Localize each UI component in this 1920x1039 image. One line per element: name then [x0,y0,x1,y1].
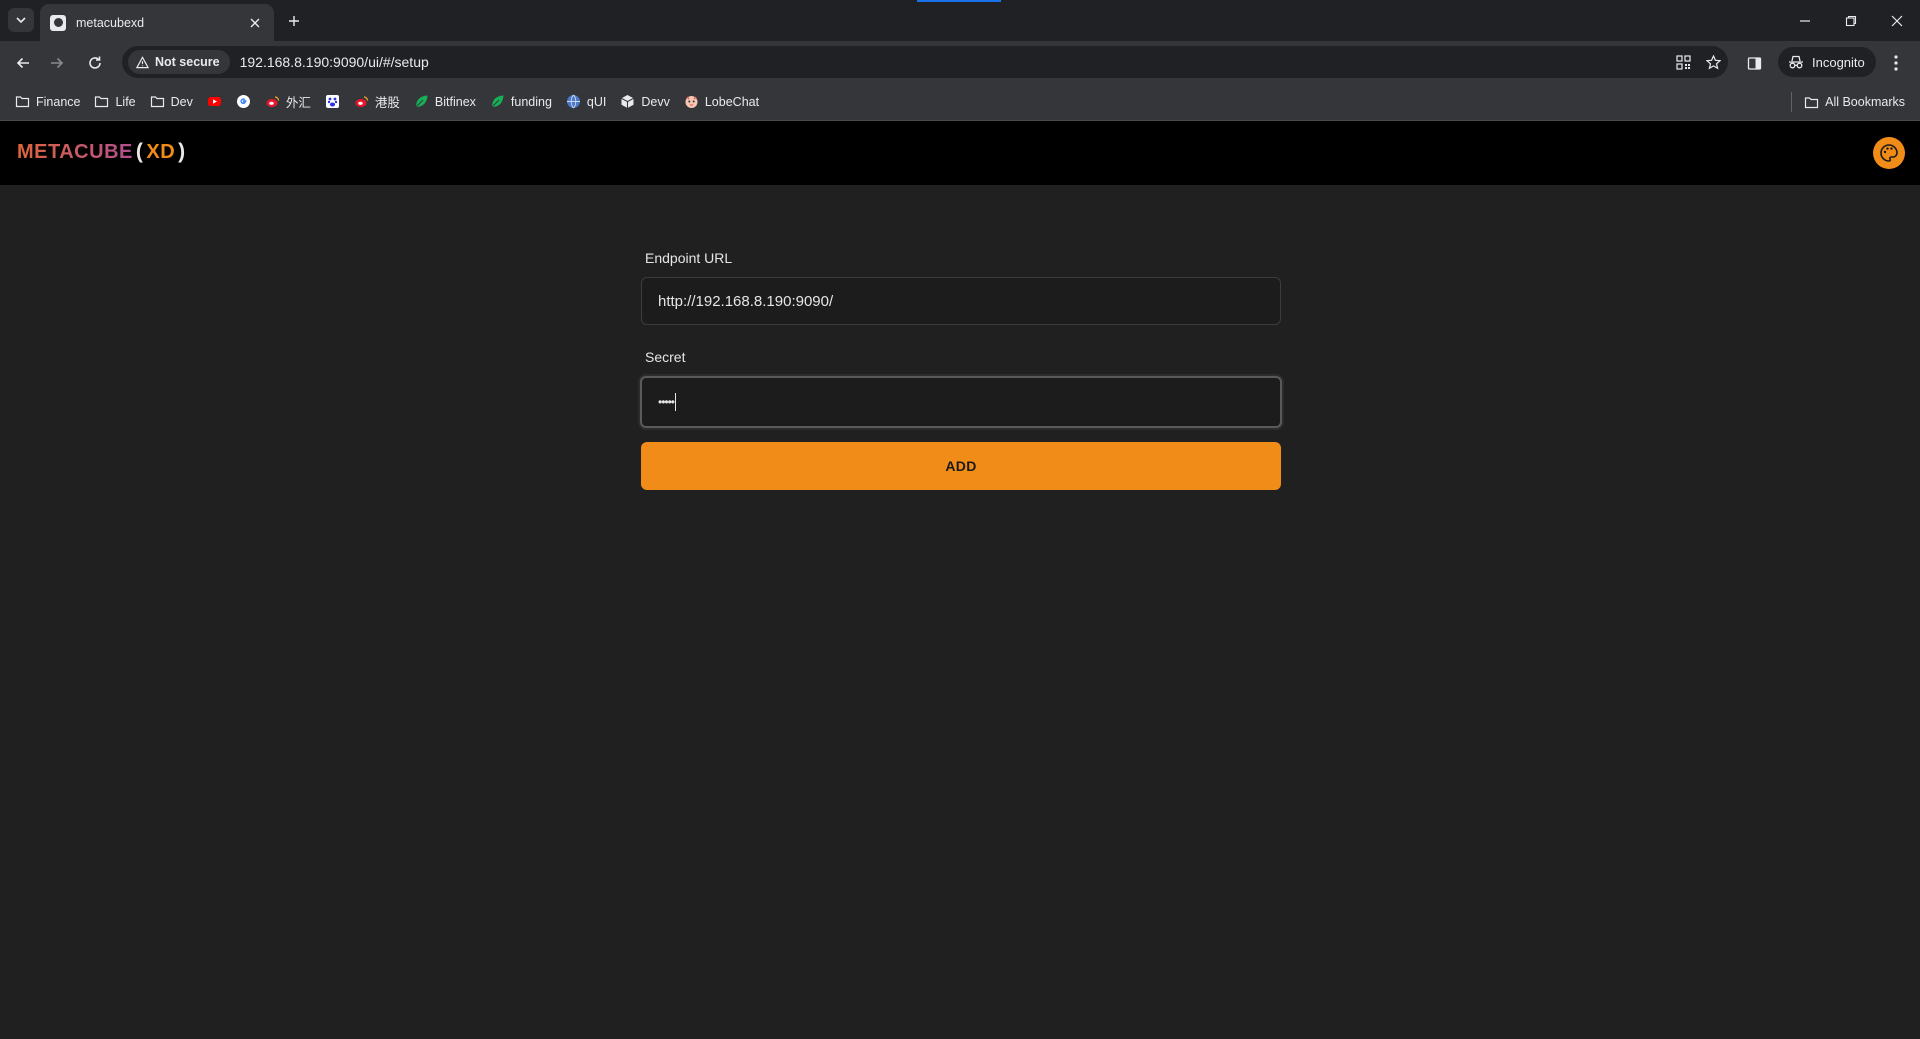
incognito-label: Incognito [1812,54,1865,70]
app-header: METACUBE ( XD ) [0,121,1920,185]
plus-icon [289,16,299,26]
minimize-button[interactable] [1782,0,1828,41]
chevron-down-icon [16,17,26,24]
all-bookmarks-button[interactable]: All Bookmarks [1797,88,1912,116]
close-window-button[interactable] [1874,0,1920,41]
app-logo[interactable]: METACUBE ( XD ) [17,140,189,164]
folder-icon [150,96,164,108]
browser-tabstrip: metacubexd [0,0,1920,41]
cube-icon [621,95,635,108]
bookmark-google[interactable] [229,88,258,116]
secret-value: ••••• [658,395,675,409]
close-icon [1891,15,1903,26]
side-panel-icon [1747,56,1761,70]
weibo-icon [266,96,280,107]
bookmark-devv[interactable]: Devv [613,88,676,116]
back-button[interactable] [8,48,38,78]
add-button[interactable]: ADD [641,442,1281,490]
endpoint-url-label: Endpoint URL [645,250,733,266]
side-panel-button[interactable] [1741,50,1767,76]
tab-title: metacubexd [76,15,145,30]
arrow-right-icon [51,57,64,69]
bookmark-star-button[interactable] [1698,47,1728,77]
logo-paren-open: ( [135,140,144,163]
reload-button[interactable] [80,48,110,78]
new-tab-button[interactable] [282,9,306,33]
security-chip[interactable]: Not secure [128,50,230,74]
restore-icon [1845,15,1857,26]
secret-input[interactable]: ••••• [640,376,1282,428]
bookmarks-separator [1791,92,1792,112]
loading-indicator [917,0,1001,2]
bookmark-qui[interactable]: qUI [559,88,613,116]
youtube-icon [207,97,221,106]
leaf-icon [415,95,428,108]
browser-menu-button[interactable] [1884,50,1908,76]
logo-paren-close: ) [178,140,186,163]
more-vertical-icon [1894,55,1898,71]
lobechat-icon [685,96,698,108]
globe-icon [566,94,580,109]
incognito-icon [1789,55,1803,69]
bookmarks-bar: Finance Life Dev 外汇 港股 Bitfinex funding … [0,83,1920,121]
url-text[interactable]: 192.168.8.190:9090/ui/#/setup [240,54,1668,70]
browser-toolbar: Not secure 192.168.8.190:9090/ui/#/setup… [0,41,1920,83]
folder-icon [95,96,109,108]
address-bar[interactable]: Not secure 192.168.8.190:9090/ui/#/setup [122,46,1728,78]
close-icon [250,18,260,27]
qr-code-icon [1675,54,1691,70]
browser-tab[interactable]: metacubexd [40,4,274,41]
qr-code-button[interactable] [1668,47,1698,77]
warning-icon [136,55,149,68]
bookmark-bitfinex[interactable]: Bitfinex [407,88,483,116]
theme-switcher-button[interactable] [1873,137,1905,169]
logo-xd: XD [146,140,176,163]
leaf-icon [491,95,504,108]
text-caret [675,393,677,411]
setup-form: Endpoint URL http://192.168.8.190:9090/ … [640,248,1282,490]
bookmark-youtube[interactable] [200,88,229,116]
google-icon [236,95,250,108]
bookmark-lobechat[interactable]: LobeChat [677,88,766,116]
bookmark-forex[interactable]: 外汇 [258,88,318,116]
incognito-profile-button[interactable]: Incognito [1778,47,1876,77]
folder-icon [15,96,30,108]
forward-button[interactable] [42,48,72,78]
logo-text: METACUBE [17,140,133,163]
bookmark-dev[interactable]: Dev [143,88,200,116]
minimize-icon [1800,19,1810,22]
endpoint-url-input[interactable]: http://192.168.8.190:9090/ [641,277,1281,325]
security-label: Not secure [155,55,220,69]
reload-icon [89,56,101,69]
weibo-icon [355,96,369,107]
star-icon [1705,54,1721,70]
arrow-left-icon [16,57,29,69]
bookmark-hk-stocks[interactable]: 港股 [347,88,407,116]
palette-icon [1880,144,1898,162]
secret-label: Secret [645,349,686,365]
bookmark-baidu[interactable] [318,88,347,116]
restore-button[interactable] [1828,0,1874,41]
bookmark-funding[interactable]: funding [483,88,559,116]
tab-favicon-icon [50,14,66,31]
endpoint-url-value: http://192.168.8.190:9090/ [658,292,834,310]
folder-icon [1805,96,1819,108]
tab-close-button[interactable] [246,14,264,32]
bookmark-life[interactable]: Life [87,88,142,116]
baidu-icon [325,95,339,108]
bookmark-finance[interactable]: Finance [8,88,87,116]
tab-search-button[interactable] [8,8,34,32]
